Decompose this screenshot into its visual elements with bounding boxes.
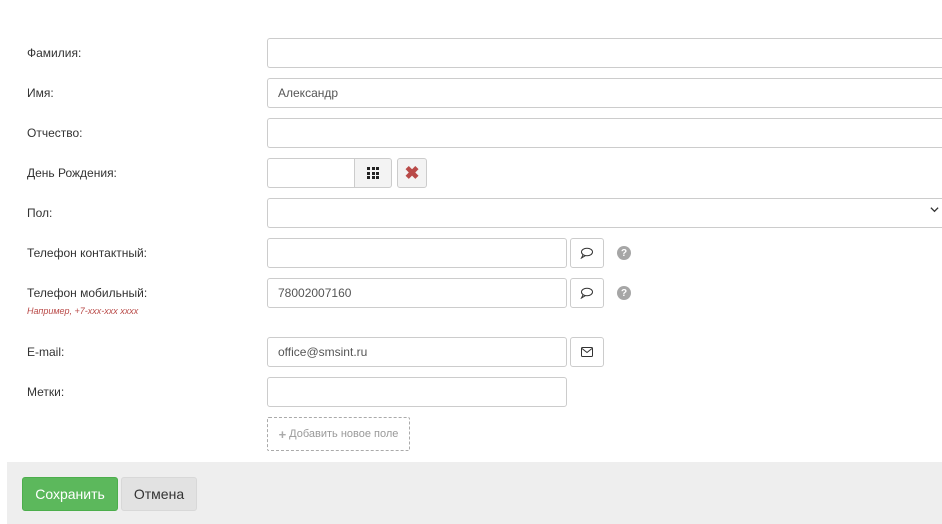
birthday-label: День Рождения: [27, 166, 117, 180]
calendar-button[interactable] [354, 158, 392, 188]
gender-select[interactable] [267, 198, 942, 228]
email-input[interactable] [267, 337, 567, 367]
name-label: Имя: [27, 86, 54, 100]
patronymic-label: Отчество: [27, 126, 83, 140]
phone-mobile-label: Телефон мобильный: [27, 286, 148, 300]
speech-bubble-icon [580, 247, 593, 259]
phone-mobile-hint: Например, +7-xxx-xxx xxxx [27, 306, 139, 316]
surname-input[interactable] [267, 38, 942, 68]
calendar-grid-icon [367, 167, 379, 179]
cancel-button[interactable]: Отмена [121, 477, 197, 511]
phone-mobile-sms-button[interactable] [570, 278, 604, 308]
tags-input[interactable] [267, 377, 567, 407]
name-input[interactable] [267, 78, 942, 108]
gender-label: Пол: [27, 206, 53, 220]
surname-label: Фамилия: [27, 46, 82, 60]
clear-date-button[interactable]: ✖ [397, 158, 427, 188]
add-field-button[interactable]: + Добавить новое поле [267, 417, 410, 451]
help-icon[interactable]: ? [617, 286, 631, 300]
envelope-icon [581, 347, 593, 357]
tags-label: Метки: [27, 385, 65, 399]
phone-contact-sms-button[interactable] [570, 238, 604, 268]
email-send-button[interactable] [570, 337, 604, 367]
phone-contact-label: Телефон контактный: [27, 246, 148, 260]
plus-icon: + [278, 426, 287, 442]
add-field-label: Добавить новое поле [289, 428, 399, 440]
phone-contact-input[interactable] [267, 238, 567, 268]
email-label: E-mail: [27, 345, 65, 359]
speech-bubble-icon [580, 287, 593, 299]
phone-mobile-input[interactable] [267, 278, 567, 308]
chevron-down-icon [930, 207, 939, 213]
save-button[interactable]: Сохранить [22, 477, 118, 511]
clear-x-icon: ✖ [404, 163, 420, 183]
birthday-input[interactable] [267, 158, 355, 188]
patronymic-input[interactable] [267, 118, 942, 148]
help-icon[interactable]: ? [617, 246, 631, 260]
